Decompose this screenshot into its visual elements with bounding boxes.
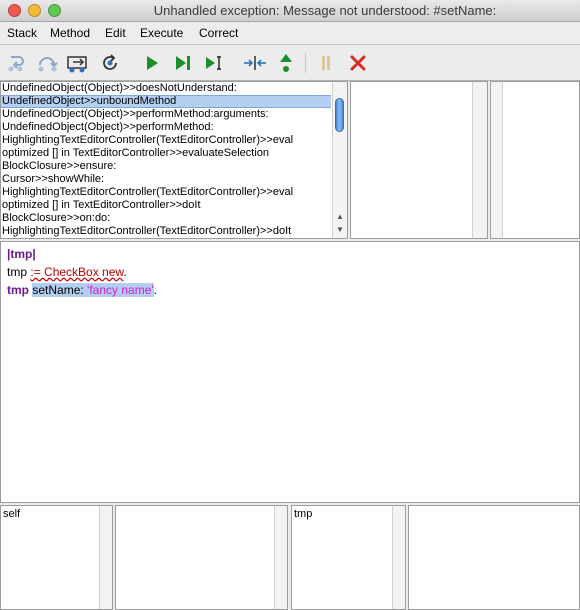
- run-to-end-button[interactable]: [171, 52, 195, 74]
- stack-row[interactable]: Cursor>>showWhile:: [1, 173, 331, 186]
- stack-list: UndefinedObject(Object)>>doesNotUndersta…: [1, 82, 331, 237]
- step-into-block-button[interactable]: [243, 52, 267, 74]
- run-to-cursor-icon: [206, 56, 221, 70]
- statement-period: .: [123, 265, 127, 279]
- debugger-toolbar: [0, 45, 580, 81]
- variable-tmp: tmp: [7, 265, 28, 279]
- code-line-temps: |tmp|: [7, 247, 36, 261]
- variable-value-scrollbar[interactable]: [491, 82, 503, 238]
- code-editor-pane[interactable]: |tmp| tmp := CheckBox new. tmp setName: …: [0, 241, 580, 503]
- step-out-button[interactable]: [66, 52, 90, 74]
- restart-button[interactable]: [98, 52, 122, 74]
- context-fields-pane[interactable]: tmp: [291, 505, 406, 610]
- receiver-fields-pane[interactable]: self: [0, 505, 113, 610]
- run-icon: [147, 56, 158, 70]
- terminate-button[interactable]: [346, 52, 370, 74]
- menu-execute[interactable]: Execute: [140, 26, 183, 40]
- menu-edit[interactable]: Edit: [105, 26, 126, 40]
- menu-method[interactable]: Method: [50, 26, 90, 40]
- menu-correct[interactable]: Correct: [199, 26, 238, 40]
- step-over-button[interactable]: [36, 52, 60, 74]
- variables-list-pane[interactable]: [350, 81, 488, 239]
- variables-list-scrollbar[interactable]: [472, 82, 487, 238]
- stack-row[interactable]: BlockClosure>>ensure:: [1, 160, 331, 173]
- stack-row[interactable]: UndefinedObject(Object)>>performMethod:: [1, 121, 331, 134]
- stack-pane: UndefinedObject(Object)>>doesNotUndersta…: [0, 81, 348, 239]
- pause-button[interactable]: [314, 52, 338, 74]
- menu-bar: Stack Method Edit Execute Correct: [0, 22, 580, 45]
- variable-value-pane[interactable]: [490, 81, 580, 239]
- undeclared-expression: := CheckBox new: [30, 265, 124, 279]
- statement-period: .: [153, 283, 158, 297]
- stack-row[interactable]: HighlightingTextEditorController(TextEdi…: [1, 225, 331, 237]
- receiver-tmp: tmp: [7, 283, 29, 297]
- menu-stack[interactable]: Stack: [7, 26, 37, 40]
- stack-row[interactable]: optimized [] in TextEditorController>>ev…: [1, 147, 331, 160]
- return-button[interactable]: [274, 52, 298, 74]
- step-into-block-icon: [244, 56, 266, 70]
- stack-row-selected[interactable]: UndefinedObject>>unboundMethod: [1, 95, 331, 108]
- stack-row[interactable]: optimized [] in TextEditorController>>do…: [1, 199, 331, 212]
- window-title: Unhandled exception: Message not underst…: [153, 3, 497, 18]
- receiver-value-pane[interactable]: [115, 505, 288, 610]
- receiver-value-scrollbar[interactable]: [274, 506, 287, 609]
- stack-row[interactable]: UndefinedObject(Object)>>doesNotUndersta…: [1, 82, 331, 95]
- pause-icon: [322, 56, 330, 70]
- title-bar: Unhandled exception: Message not underst…: [0, 0, 580, 22]
- stack-row[interactable]: HighlightingTextEditorController(TextEdi…: [1, 134, 331, 147]
- self-field[interactable]: self: [3, 508, 20, 520]
- selector-setname: setName:: [32, 283, 84, 297]
- context-value-pane[interactable]: [408, 505, 580, 610]
- run-to-cursor-button[interactable]: [202, 52, 226, 74]
- code-line-assignment: tmp := CheckBox new.: [7, 265, 127, 279]
- scroll-down-arrow-icon[interactable]: ▼: [335, 225, 345, 234]
- code-line-send: tmp setName: 'fancy name'.: [7, 283, 157, 297]
- tmp-field[interactable]: tmp: [294, 508, 312, 520]
- stack-scroll-thumb[interactable]: [335, 98, 344, 132]
- terminate-icon: [350, 55, 366, 71]
- scroll-up-arrow-icon[interactable]: ▲: [335, 212, 345, 221]
- stack-row[interactable]: UndefinedObject(Object)>>performMethod:a…: [1, 108, 331, 121]
- toolbar-separator: [305, 53, 306, 73]
- restart-icon: [103, 54, 117, 70]
- highlighted-selection: setName: 'fancy name': [32, 283, 154, 297]
- close-window-button[interactable]: [8, 4, 21, 17]
- step-out-icon: [67, 56, 87, 73]
- step-into-button[interactable]: [6, 52, 30, 74]
- stack-row[interactable]: BlockClosure>>on:do:: [1, 212, 331, 225]
- zoom-window-button[interactable]: [48, 4, 61, 17]
- string-literal: 'fancy name': [87, 283, 154, 297]
- run-to-end-icon: [176, 56, 190, 70]
- stack-scrollbar[interactable]: ▲ ▼: [332, 82, 347, 238]
- run-button[interactable]: [140, 52, 164, 74]
- stack-row[interactable]: HighlightingTextEditorController(TextEdi…: [1, 186, 331, 199]
- step-into-icon: [8, 56, 24, 72]
- receiver-fields-scrollbar[interactable]: [99, 506, 112, 609]
- temp-declaration: |tmp|: [7, 247, 36, 261]
- context-fields-scrollbar[interactable]: [392, 506, 405, 609]
- step-over-icon: [38, 57, 58, 72]
- minimize-window-button[interactable]: [28, 4, 41, 17]
- return-icon: [280, 54, 292, 72]
